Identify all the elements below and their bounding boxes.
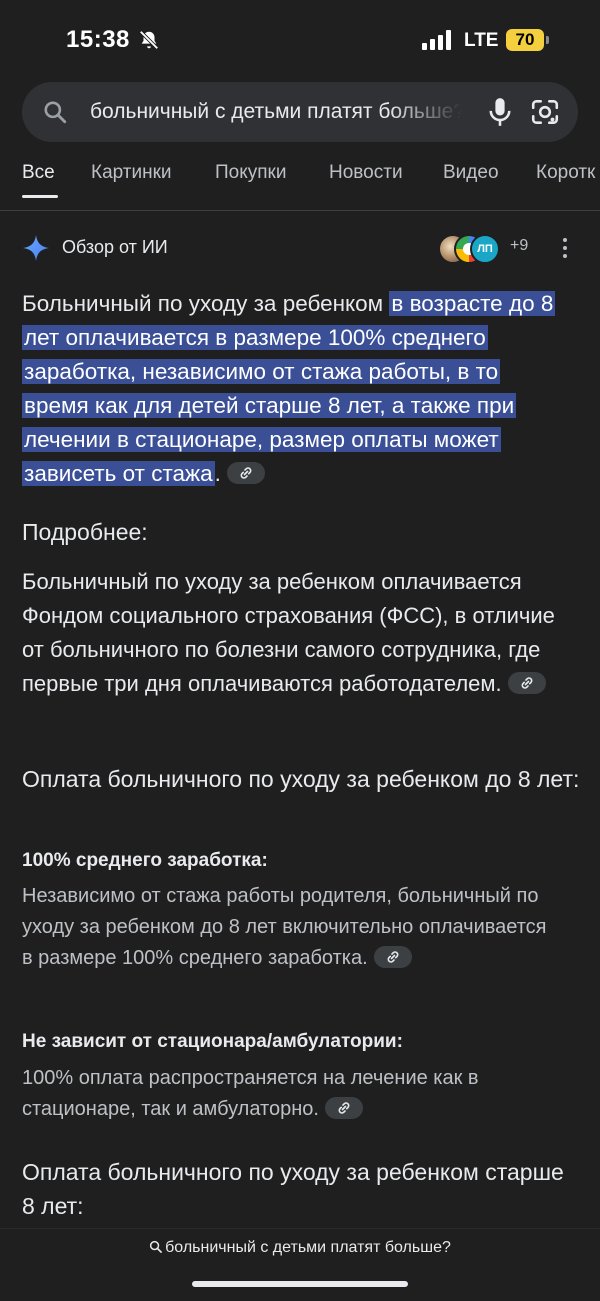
ai-overview-title: Обзор от ИИ (62, 237, 168, 257)
home-indicator[interactable] (192, 1281, 408, 1287)
item-title-hospital: Не зависит от стационара/амбулатории: (22, 1031, 403, 1052)
summary-text: Больничный по уходу за ребенком (22, 291, 390, 316)
bottom-query[interactable]: больничный с детьми платят больше? (0, 1239, 600, 1257)
citation-link-button[interactable] (507, 672, 546, 695)
network-type: LTE (464, 30, 499, 51)
link-icon (387, 950, 399, 963)
link-icon (521, 677, 533, 689)
tab-shopping[interactable]: Покупки (215, 162, 286, 184)
search-tabs: Все Картинки Покупки Новости Видео Корот… (0, 150, 600, 211)
tab-videos[interactable]: Видео (443, 162, 499, 184)
microphone-icon[interactable] (486, 97, 514, 127)
battery-tip (546, 36, 549, 44)
section-heading-under-8: Оплата больничного по уходу за ребенком … (22, 766, 580, 792)
details-text: Больничный по уходу за ребенком оплачива… (22, 569, 555, 696)
bottom-search-bar[interactable]: больничный с детьми платят больше? (0, 1228, 600, 1301)
section-heading-details: Подробнее: (22, 519, 148, 545)
citation-link-button[interactable] (226, 462, 265, 485)
more-sources-count[interactable]: +9 (510, 237, 528, 255)
tab-news[interactable]: Новости (329, 162, 403, 184)
gemini-spark-icon (23, 235, 49, 261)
tab-all[interactable]: Все (22, 162, 55, 184)
item-text: Независимо от стажа работы родителя, бол… (22, 885, 547, 969)
details-paragraph: Больничный по уходу за ребенком оплачива… (22, 565, 572, 701)
citation-link-button[interactable] (373, 945, 412, 968)
signal-icon (422, 30, 451, 50)
search-bar[interactable]: больничный с детьми платят больше? (22, 82, 578, 142)
item-text-hospital: 100% оплата распространяется на лечение … (22, 1063, 562, 1125)
item-text: 100% оплата распространяется на лечение … (22, 1067, 479, 1120)
link-icon (240, 467, 252, 479)
summary-highlight: в возрасте до 8 лет оплачивается в разме… (22, 291, 556, 486)
search-icon (44, 101, 67, 124)
bottom-query-text: больничный с детьми платят больше? (165, 1239, 451, 1256)
search-icon (150, 1240, 163, 1253)
link-icon (338, 1101, 350, 1114)
bell-muted-icon (139, 30, 159, 50)
tab-shorts[interactable]: Коротк (536, 162, 595, 184)
search-input[interactable]: больничный с детьми платят больше? (90, 82, 462, 142)
item-title-100-percent: 100% среднего заработка: (22, 850, 268, 871)
active-tab-indicator (22, 195, 58, 198)
status-time: 15:38 (66, 26, 130, 53)
status-bar: 15:38 LTE 70 (0, 0, 600, 80)
source-favicon[interactable]: ЛП (470, 234, 500, 264)
tab-images[interactable]: Картинки (91, 162, 172, 184)
more-options-icon[interactable] (560, 238, 570, 262)
battery-indicator: 70 (506, 29, 544, 51)
google-lens-icon[interactable] (530, 98, 560, 126)
summary-end: . (214, 461, 221, 486)
source-favicons[interactable]: ЛП (438, 234, 508, 264)
section-heading-over-8: Оплата больничного по уходу за ребенком … (22, 1159, 564, 1219)
item-text-100-percent: Независимо от стажа работы родителя, бол… (22, 881, 562, 974)
ai-summary: Больничный по уходу за ребенком в возрас… (22, 287, 567, 491)
citation-link-button[interactable] (324, 1096, 363, 1119)
